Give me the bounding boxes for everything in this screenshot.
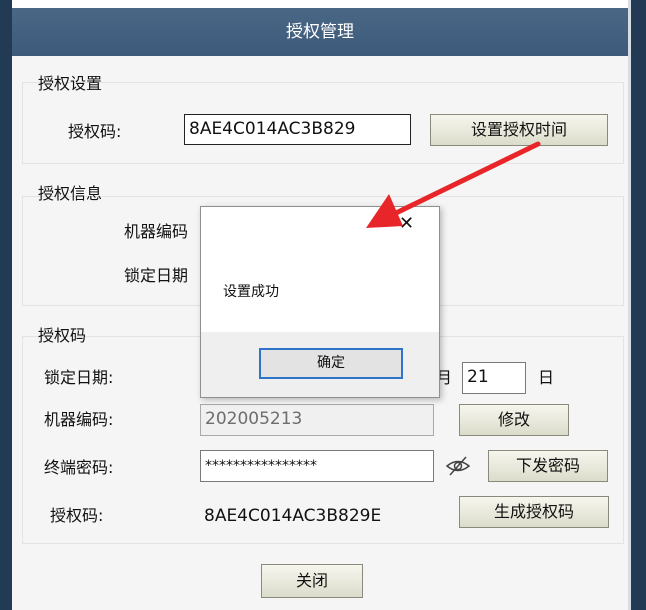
auth-info-title: 授权信息: [38, 184, 103, 203]
machine-code-label: 机器编码:: [44, 410, 114, 429]
auth-code-label: 授权码:: [68, 122, 122, 141]
info-machine-code-label: 机器编码: [124, 222, 189, 241]
set-auth-time-button[interactable]: 设置授权时间: [430, 114, 608, 146]
window-title: 授权管理: [12, 8, 628, 56]
send-password-button[interactable]: 下发密码: [488, 450, 608, 482]
background-window-edge-left: [0, 0, 12, 610]
eye-slash-icon[interactable]: [444, 454, 472, 478]
dialog-ok-button[interactable]: 确定: [259, 348, 403, 379]
background-window-edge-right: [628, 0, 646, 610]
auth-settings-title: 授权设置: [38, 74, 103, 93]
terminal-password-label: 终端密码:: [44, 458, 114, 477]
dialog-close-icon[interactable]: ✕: [399, 213, 414, 234]
info-lock-date-label: 锁定日期: [124, 266, 189, 285]
modify-button[interactable]: 修改: [459, 404, 569, 436]
auth-code-input[interactable]: 8AE4C014AC3B829: [184, 114, 411, 145]
dialog-message: 设置成功: [223, 284, 279, 300]
lock-date-day-input[interactable]: 21: [462, 362, 526, 394]
lock-date-label: 锁定日期:: [44, 368, 114, 387]
dialog-footer: 确定: [201, 332, 439, 397]
machine-code-input[interactable]: 202005213: [200, 404, 434, 436]
generate-code-button[interactable]: 生成授权码: [459, 496, 609, 528]
day-suffix-label: 日: [538, 368, 555, 387]
close-button[interactable]: 关闭: [261, 564, 363, 598]
generated-code-value: 8AE4C014AC3B829E: [204, 506, 382, 526]
generated-code-label: 授权码:: [50, 506, 104, 525]
terminal-password-input[interactable]: ****************: [200, 450, 434, 482]
success-dialog: ✕ 设置成功 确定: [200, 206, 440, 398]
auth-code-section-title: 授权码: [38, 326, 87, 345]
